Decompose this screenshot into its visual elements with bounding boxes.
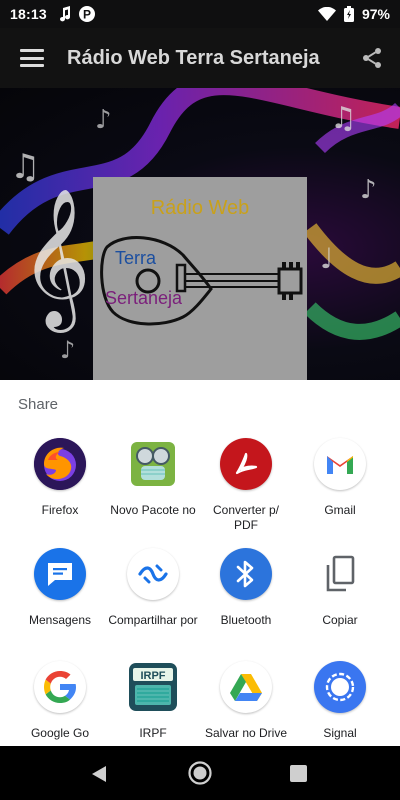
bluetooth-icon: [220, 548, 272, 600]
share-app-firefox[interactable]: Firefox: [15, 438, 105, 533]
gmail-icon: [314, 438, 366, 490]
google-drive-icon: [220, 661, 272, 713]
share-sheet-title: Share: [18, 396, 59, 413]
share-app-label: Copiar: [322, 613, 358, 627]
share-app-mensagens[interactable]: Mensagens: [15, 548, 105, 643]
system-nav-bar: [0, 746, 400, 800]
p-app-icon: P: [78, 6, 95, 22]
google-go-icon: [34, 661, 86, 713]
acrobat-icon: [220, 438, 272, 490]
share-app-compartilhar[interactable]: Compartilhar por: [108, 548, 198, 643]
share-sheet: Share Firefox Novo Pacote no Converter p…: [0, 380, 400, 746]
page-title: Rádio Web Terra Sertaneja: [67, 46, 320, 69]
station-logo: Rádio Web Terra Sertaneja: [93, 177, 307, 380]
home-icon[interactable]: [188, 761, 212, 785]
wifi-icon: [317, 7, 336, 21]
share-app-converter-pdf[interactable]: Converter p/ PDF: [201, 438, 291, 533]
svg-text:♫: ♫: [10, 147, 40, 187]
firefox-icon: [34, 438, 86, 490]
share-icon[interactable]: [360, 46, 384, 70]
share-app-salvar-drive[interactable]: Salvar no Drive: [201, 661, 291, 746]
hamburger-menu-icon[interactable]: [20, 49, 44, 67]
svg-text:P: P: [83, 8, 91, 22]
share-app-label: Compartilhar por: [108, 613, 198, 627]
share-app-novo-pacote[interactable]: Novo Pacote no: [108, 438, 198, 533]
back-icon[interactable]: [90, 765, 108, 783]
music-note-icon: [59, 6, 70, 22]
battery-icon: [343, 6, 354, 22]
battery-percent: 97%: [361, 6, 390, 22]
share-app-irpf[interactable]: IRPF IRPF: [108, 661, 198, 746]
share-app-label: Firefox: [41, 503, 79, 517]
nearby-share-icon: [127, 548, 179, 600]
share-app-gmail[interactable]: Gmail: [295, 438, 385, 533]
messages-icon: [34, 548, 86, 600]
recents-icon[interactable]: [290, 765, 307, 782]
share-app-bluetooth[interactable]: Bluetooth: [201, 548, 291, 643]
svg-text:♪: ♪: [360, 175, 377, 205]
logo-terra: Terra: [115, 248, 157, 268]
hero-background: 𝄞 ♫ ♪ ♫ ♪ ♩ ♪ Rádio Web Terra Sertaneja: [0, 88, 400, 380]
share-app-label: Bluetooth: [220, 613, 272, 627]
signal-icon: [314, 661, 366, 713]
share-app-label: IRPF: [139, 726, 167, 740]
guitar-icon: [100, 236, 303, 326]
svg-text:♩: ♩: [320, 242, 333, 275]
novo-pacote-icon: [127, 438, 179, 490]
irpf-icon: IRPF: [127, 661, 179, 713]
status-bar: 18:13 P 97%: [0, 0, 400, 28]
share-app-label: Converter p/ PDF: [212, 503, 280, 532]
logo-sertaneja: Sertaneja: [105, 288, 183, 308]
svg-text:𝄞: 𝄞: [20, 188, 91, 333]
svg-text:♪: ♪: [60, 336, 75, 364]
share-app-label: Salvar no Drive: [204, 726, 288, 740]
share-app-label: Mensagens: [28, 613, 92, 627]
share-app-signal[interactable]: Signal: [295, 661, 385, 746]
share-app-google-go[interactable]: Google Go: [15, 661, 105, 746]
copy-icon: [314, 548, 366, 600]
app-bar: Rádio Web Terra Sertaneja: [0, 28, 400, 88]
svg-text:♪: ♪: [95, 105, 112, 135]
share-app-label: Google Go: [30, 726, 90, 740]
svg-text:IRPF: IRPF: [140, 670, 165, 682]
share-app-label: Signal: [323, 726, 357, 740]
share-app-copiar[interactable]: Copiar: [295, 548, 385, 643]
svg-text:♫: ♫: [330, 101, 357, 136]
status-time: 18:13: [10, 6, 47, 22]
share-app-label: Novo Pacote no: [110, 503, 196, 517]
share-app-label: Gmail: [324, 503, 356, 517]
